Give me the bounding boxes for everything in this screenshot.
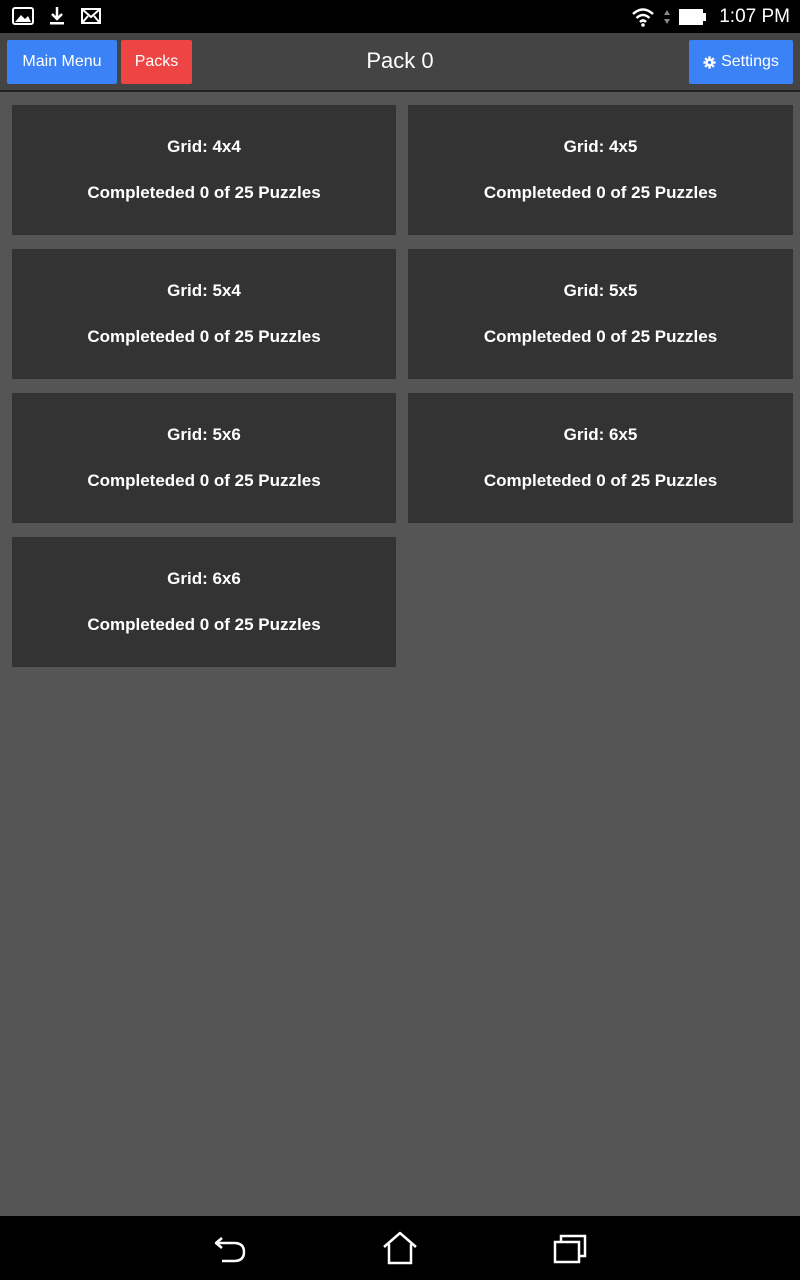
settings-button[interactable]: Settings xyxy=(689,40,793,84)
completion-text: Completeded 0 of 25 Puzzles xyxy=(87,615,321,634)
back-icon[interactable] xyxy=(210,1230,250,1266)
grid-size-label: Grid: 4x4 xyxy=(167,137,241,156)
grid-card-4x4[interactable]: Grid: 4x4 Completeded 0 of 25 Puzzles xyxy=(12,105,396,235)
completion-text: Completeded 0 of 25 Puzzles xyxy=(483,327,718,346)
completion-text: Completeded 0 of 25 Puzzles xyxy=(87,183,321,202)
grid-card-5x4[interactable]: Grid: 5x4 Completeded 0 of 25 Puzzles xyxy=(12,249,396,379)
system-status: 1:07 PM xyxy=(631,4,790,30)
grid-size-label: Grid: 5x6 xyxy=(167,425,241,444)
grid-card-6x5[interactable]: Grid: 6x5 Completeded 0 of 25 Puzzles xyxy=(408,393,793,523)
gear-icon xyxy=(703,55,716,69)
wifi-icon xyxy=(632,8,655,27)
grid-size-label: Grid: 6x5 xyxy=(563,425,638,444)
completion-text: Completeded 0 of 25 Puzzles xyxy=(87,327,321,346)
grid-size-label: Grid: 5x5 xyxy=(563,281,638,300)
grid-card-4x5[interactable]: Grid: 4x5 Completeded 0 of 25 Puzzles xyxy=(408,105,793,235)
signal-icon xyxy=(664,10,671,24)
grid-card-5x6[interactable]: Grid: 5x6 Completeded 0 of 25 Puzzles xyxy=(12,393,396,523)
grid-size-label: Grid: 6x6 xyxy=(167,569,241,588)
home-icon[interactable] xyxy=(380,1230,420,1266)
gallery-icon xyxy=(12,7,34,25)
completion-text: Completeded 0 of 25 Puzzles xyxy=(483,183,718,202)
mail-icon xyxy=(81,8,101,24)
recents-icon[interactable] xyxy=(550,1230,590,1266)
completion-text: Completeded 0 of 25 Puzzles xyxy=(483,471,718,490)
settings-label: Settings xyxy=(721,53,779,70)
navigation-bar xyxy=(0,1216,800,1280)
notification-icons xyxy=(12,6,102,26)
download-icon xyxy=(50,7,64,25)
grid-card-6x6[interactable]: Grid: 6x6 Completeded 0 of 25 Puzzles xyxy=(12,537,396,667)
app-bar: Main Menu Packs Pack 0 Settings xyxy=(0,33,800,92)
clock: 1:07 PM xyxy=(719,6,790,27)
puzzle-grid-list: Grid: 4x4 Completeded 0 of 25 Puzzles Gr… xyxy=(12,105,793,667)
grid-card-5x5[interactable]: Grid: 5x5 Completeded 0 of 25 Puzzles xyxy=(408,249,793,379)
page-title: Pack 0 xyxy=(366,48,434,73)
grid-size-label: Grid: 4x5 xyxy=(563,137,638,156)
status-bar: 1:07 PM xyxy=(0,0,800,33)
battery-icon xyxy=(679,9,707,25)
completion-text: Completeded 0 of 25 Puzzles xyxy=(87,471,321,490)
grid-size-label: Grid: 5x4 xyxy=(167,281,241,300)
